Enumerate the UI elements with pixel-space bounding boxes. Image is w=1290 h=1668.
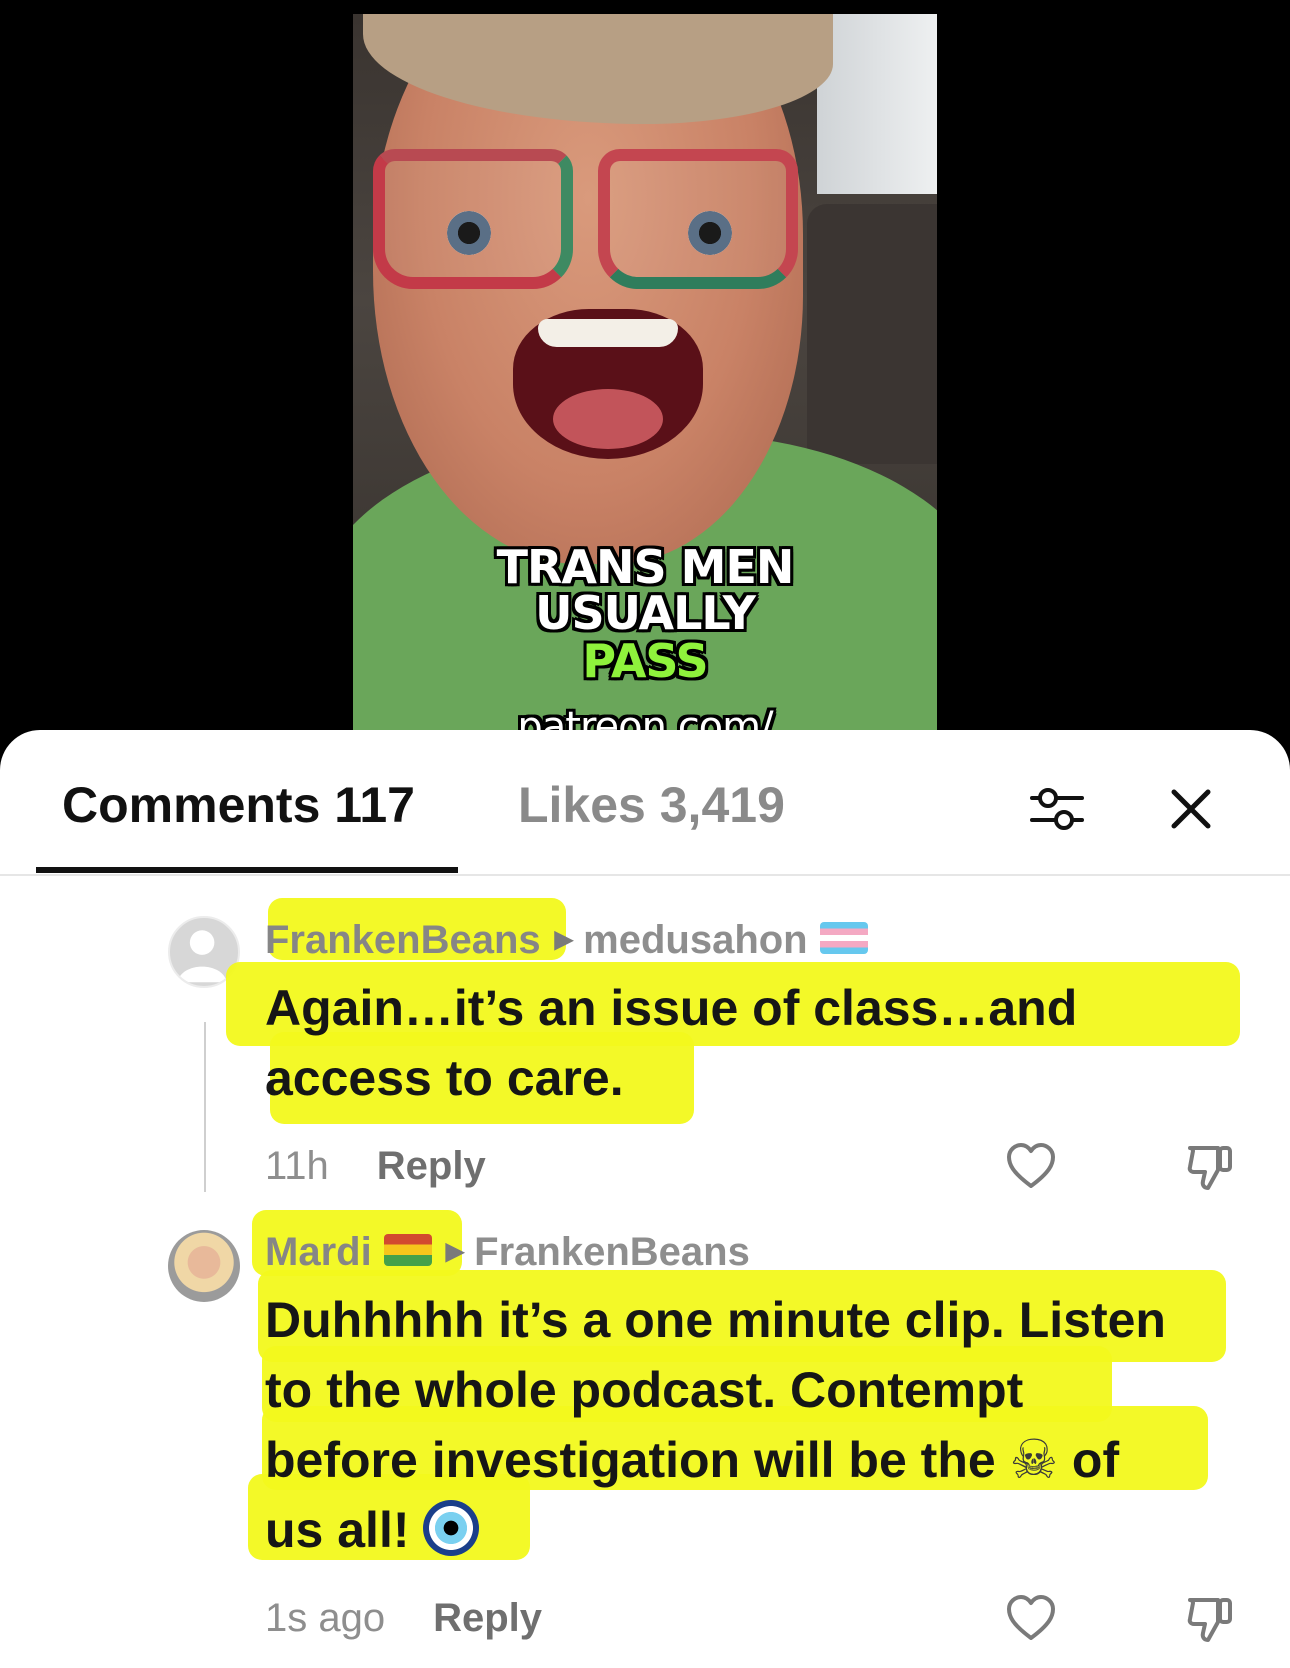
comment-meta: FrankenBeans ▶ medusahon bbox=[265, 918, 868, 963]
dislike-icon[interactable] bbox=[1186, 1142, 1236, 1192]
flag-icon bbox=[383, 1234, 432, 1267]
background-window bbox=[817, 14, 937, 194]
skull-and-crossbones-emoji: ☠ bbox=[1009, 1427, 1058, 1491]
open-mouth bbox=[513, 309, 703, 459]
comment-text-line-4: us all! bbox=[265, 1495, 1245, 1565]
dislike-icon[interactable] bbox=[1186, 1594, 1236, 1644]
reply-arrow-icon: ▶ bbox=[554, 926, 574, 953]
glasses bbox=[353, 149, 823, 289]
video-caption-link: patreon.com/ bbox=[517, 704, 773, 730]
comments-sheet: Comments 117 Likes 3,419 FrankenBeans ▶ me… bbox=[0, 730, 1290, 1668]
comment-text-line-2: to the whole podcast. Contempt bbox=[265, 1362, 1024, 1418]
filter-icon[interactable] bbox=[1028, 780, 1086, 838]
heart-icon[interactable] bbox=[1006, 1142, 1056, 1192]
video-caption-line-1: TRANS MEN bbox=[496, 540, 795, 594]
right-eye bbox=[688, 211, 732, 255]
video-caption-line-2: USUALLY bbox=[535, 586, 756, 640]
comment-footer: 11h Reply bbox=[265, 1144, 486, 1189]
background-sofa bbox=[807, 204, 937, 464]
comment-footer: 1s ago Reply bbox=[265, 1596, 542, 1641]
header-divider bbox=[0, 874, 1290, 876]
reply-button[interactable]: Reply bbox=[377, 1144, 486, 1188]
reply-to-user[interactable]: medusahon bbox=[583, 918, 807, 962]
comment-meta: Mardi ▶ FrankenBeans bbox=[265, 1230, 750, 1275]
reply-to-user[interactable]: FrankenBeans bbox=[474, 1230, 750, 1274]
heart-icon[interactable] bbox=[1006, 1594, 1056, 1644]
comment-author[interactable]: FrankenBeans bbox=[265, 918, 541, 962]
comment-text-line-3: before investigation will be the ☠ of bbox=[265, 1425, 1245, 1499]
video-caption-line-3: PASS bbox=[582, 634, 708, 688]
evil-eye-emoji bbox=[423, 1499, 480, 1556]
reply-arrow-icon: ▶ bbox=[445, 1238, 465, 1265]
sheet-header: Comments 117 Likes 3,419 bbox=[0, 730, 1290, 875]
comment-text-line-1: Duhhhhh it’s a one minute clip. Listen bbox=[265, 1292, 1166, 1348]
comment-text-line-2: access to care. bbox=[265, 1050, 624, 1106]
comment-author[interactable]: Mardi bbox=[265, 1230, 372, 1274]
tab-comments[interactable]: Comments 117 bbox=[62, 776, 415, 834]
avatar[interactable] bbox=[168, 1230, 240, 1302]
reply-thread-line bbox=[204, 1022, 206, 1192]
transgender-flag-icon bbox=[819, 922, 868, 955]
reply-button[interactable]: Reply bbox=[433, 1596, 542, 1640]
comment-timestamp: 1s ago bbox=[265, 1596, 386, 1640]
close-icon[interactable] bbox=[1162, 780, 1220, 838]
left-eye bbox=[447, 211, 491, 255]
comment-timestamp: 11h bbox=[265, 1144, 329, 1188]
active-tab-indicator bbox=[36, 867, 458, 873]
tab-likes[interactable]: Likes 3,419 bbox=[518, 776, 785, 834]
comment-text-line-1: Again…it’s an issue of class…and bbox=[265, 980, 1078, 1036]
video-player[interactable]: TRANS MEN USUALLY PASS patreon.com/ bbox=[353, 14, 937, 730]
